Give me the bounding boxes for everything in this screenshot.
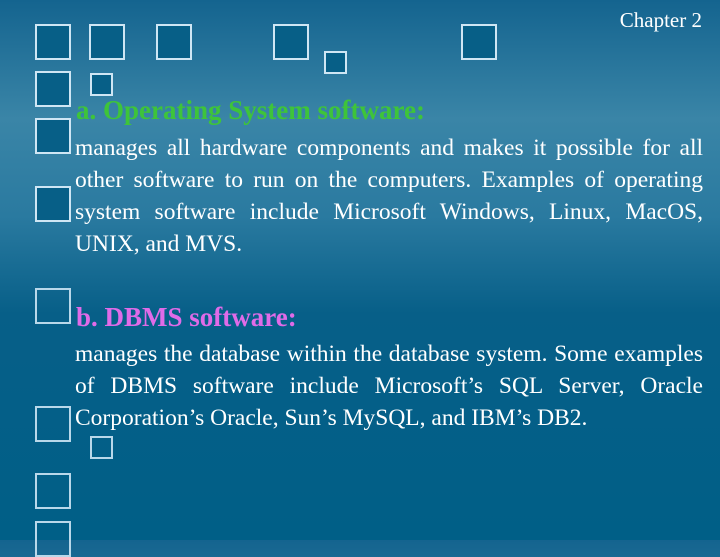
- decorative-square: [273, 24, 309, 60]
- section-heading-dbms: b. DBMS software:: [76, 302, 297, 332]
- decorative-square: [35, 71, 71, 107]
- decorative-square: [324, 51, 347, 74]
- section-body-dbms: manages the database within the database…: [75, 341, 703, 431]
- decorative-square: [90, 73, 113, 96]
- decorative-square: [89, 24, 125, 60]
- decorative-square: [35, 288, 71, 324]
- decorative-square: [461, 24, 497, 60]
- decorative-square: [35, 473, 71, 509]
- chapter-label: Chapter 2: [619, 8, 702, 32]
- decorative-square: [35, 521, 71, 557]
- decorative-square: [35, 118, 71, 154]
- decorative-square: [35, 186, 71, 222]
- decorative-square: [156, 24, 192, 60]
- decorative-square: [35, 24, 71, 60]
- section-body-operating-system: manages all hardware components and make…: [75, 135, 703, 257]
- decorative-square: [90, 436, 113, 459]
- decorative-square: [35, 406, 71, 442]
- section-heading-operating-system: a. Operating System software:: [76, 95, 425, 125]
